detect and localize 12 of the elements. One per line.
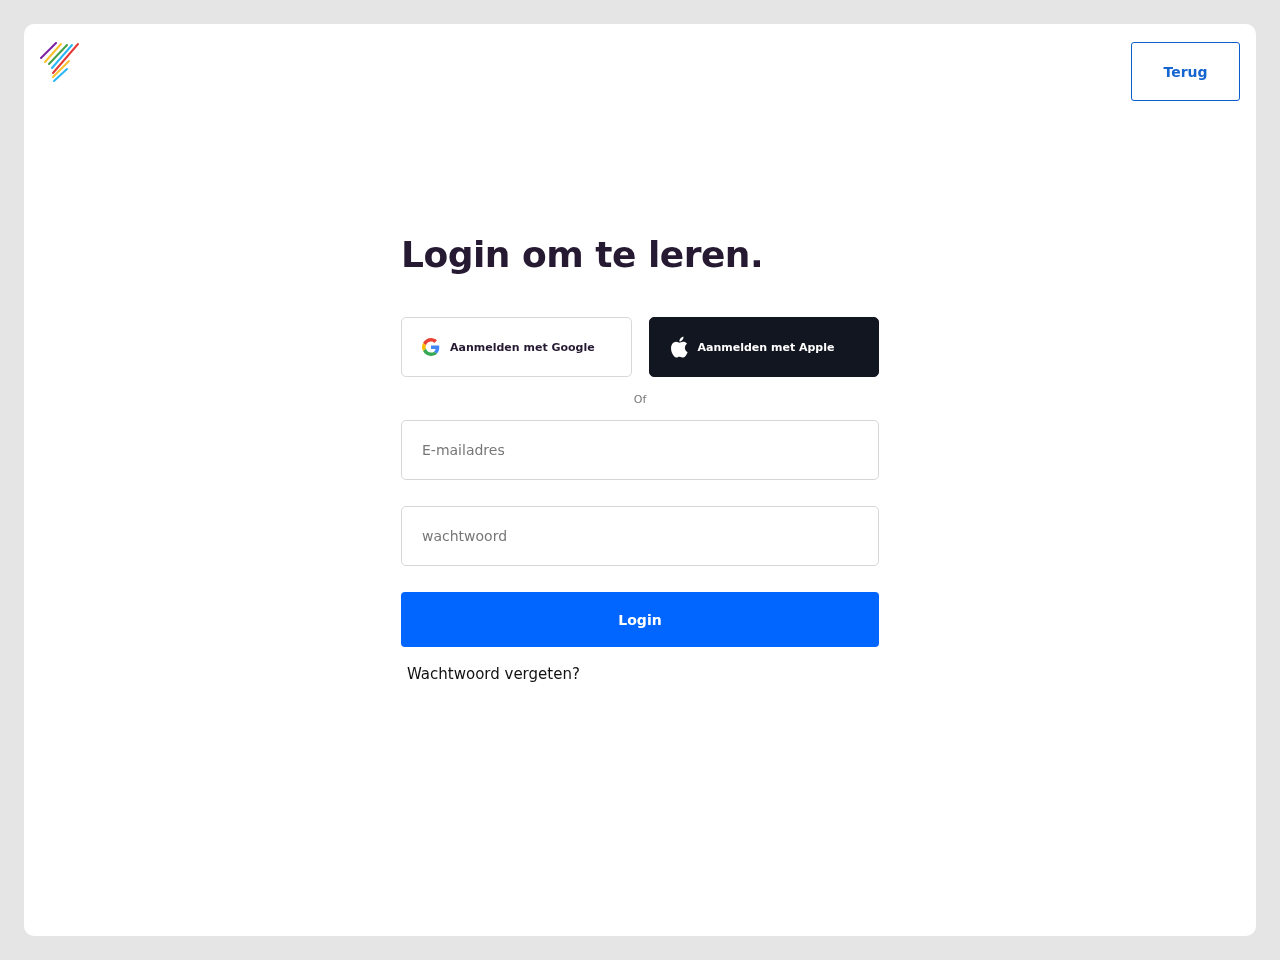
google-icon: [422, 338, 440, 356]
forgot-password-link[interactable]: Wachtwoord vergeten?: [407, 665, 580, 683]
login-button[interactable]: Login: [401, 592, 879, 647]
logo-drawing: [40, 42, 80, 83]
divider-label: Of: [632, 393, 648, 406]
apple-sign-in-button[interactable]: Aanmelden met Apple: [648, 317, 879, 377]
back-button[interactable]: Terug: [1131, 42, 1240, 101]
email-field[interactable]: E-mailadres: [401, 420, 879, 480]
page-title: Login om te leren.: [401, 233, 765, 277]
apple-icon: [669, 336, 688, 358]
password-field[interactable]: wachtwoord: [401, 506, 879, 566]
google-sign-in-button[interactable]: Aanmelden met Google: [401, 317, 632, 377]
